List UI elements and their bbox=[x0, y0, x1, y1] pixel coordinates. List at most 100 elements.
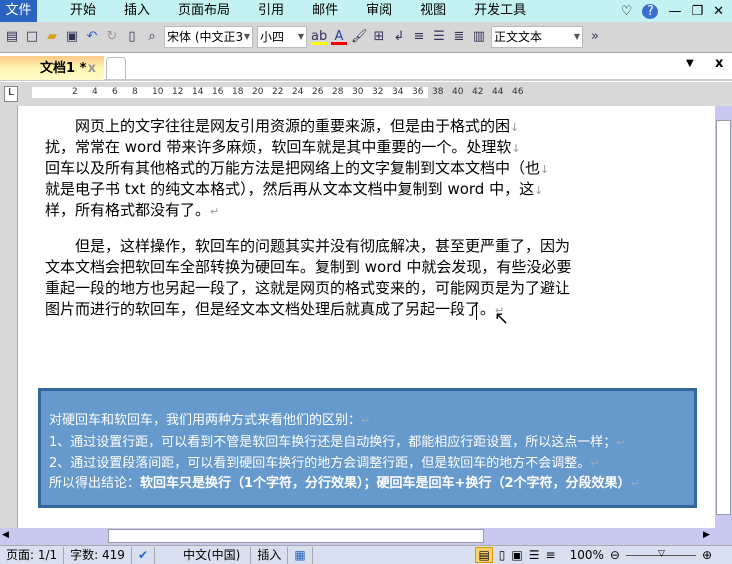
draft-icon[interactable]: ≡ bbox=[546, 548, 556, 562]
menu-view[interactable]: 视图 bbox=[420, 0, 446, 22]
menu-file[interactable]: 文件 bbox=[0, 0, 37, 22]
blank-doc-icon[interactable]: □ bbox=[24, 29, 40, 45]
menu-page-layout[interactable]: 页面布局 bbox=[178, 0, 230, 22]
zoom-slider[interactable]: ▽ bbox=[625, 549, 696, 559]
text-line: 网页上的文字往往是网友引用资源的重要来源，但是由于格式的困↓ bbox=[45, 116, 519, 137]
minimize-icon[interactable]: — bbox=[668, 4, 681, 19]
tab-document1[interactable]: 文档1 * x bbox=[0, 56, 104, 80]
word-count[interactable]: 字数: 419 bbox=[64, 546, 132, 564]
summary-textbox[interactable]: 对硬回车和软回车，我们用两种方式来看他们的区别：↵ 1、通过设置行距，可以看到不… bbox=[38, 388, 697, 508]
format-painter-icon[interactable]: 🖌 bbox=[351, 29, 368, 45]
restore-icon[interactable]: ❐ bbox=[691, 4, 703, 19]
scroll-left-icon[interactable]: ◀ bbox=[2, 530, 9, 540]
menu-home[interactable]: 开始 bbox=[70, 0, 96, 22]
print-preview-icon[interactable]: ⌕ bbox=[144, 29, 160, 45]
save-icon[interactable]: ▣ bbox=[64, 29, 80, 45]
style-select[interactable]: 正文文本 ▼ bbox=[491, 26, 583, 48]
zoom-slider-thumb[interactable]: ▽ bbox=[658, 549, 665, 559]
line-break-icon[interactable]: ↲ bbox=[391, 29, 407, 45]
text-line: 图片而进行的软回车，但是经文本文档处理后就真成了另起一段了。↵ bbox=[45, 299, 504, 320]
horizontal-scrollbar[interactable]: ◀ ▶ bbox=[0, 528, 732, 545]
web-layout-icon[interactable]: ▣ bbox=[511, 548, 522, 562]
menu-mailings[interactable]: 邮件 bbox=[312, 0, 338, 22]
ruler-tick-label: 44 bbox=[492, 87, 504, 97]
ruler-tick-label: 18 bbox=[232, 87, 244, 97]
menu-developer[interactable]: 开发工具 bbox=[474, 0, 526, 22]
ruler-tick-label: 30 bbox=[352, 87, 364, 97]
line-text: 扰，常常在 word 带来许多麻烦，软回车就是其中重要的一个。处理软 bbox=[45, 138, 512, 156]
font-size-select[interactable]: 小四 ▼ bbox=[257, 26, 307, 48]
hscroll-thumb[interactable] bbox=[108, 529, 484, 543]
font-color-icon[interactable]: A bbox=[331, 29, 347, 45]
ruler-tick-label: 26 bbox=[312, 87, 324, 97]
menu-review[interactable]: 审阅 bbox=[366, 0, 392, 22]
new-doc-icon[interactable]: ▤ bbox=[4, 29, 20, 45]
zoom-in-icon[interactable]: ⊕ bbox=[702, 548, 712, 562]
menu-insert[interactable]: 插入 bbox=[124, 0, 150, 22]
spacing-icon[interactable]: ☰ bbox=[431, 29, 447, 45]
menu-bar: 文件 开始 插入 页面布局 引用 邮件 审阅 视图 开发工具 ♡ ? — ❐ ✕ bbox=[0, 0, 732, 22]
box-line-4: 所以得出结论：软回车只是换行（1个字符，分行效果）；硬回车是回车+换行（2个字符… bbox=[49, 476, 640, 491]
tab-title: 文档1 * bbox=[40, 61, 87, 76]
ruler-tick-label: 4 bbox=[92, 87, 98, 97]
macro-icon[interactable]: ▦ bbox=[288, 546, 313, 564]
scroll-right-icon[interactable]: ▶ bbox=[703, 530, 710, 540]
list-icon[interactable]: ≣ bbox=[451, 29, 467, 45]
ruler-tick-label: 2 bbox=[72, 87, 78, 97]
tab-close-icon[interactable]: x bbox=[88, 56, 96, 82]
line-text: 但是，这样操作，软回车的问题其实并没有彻底解决，甚至更严重了，因为 bbox=[45, 237, 571, 255]
table-icon[interactable]: ⊞ bbox=[371, 29, 387, 45]
redo-icon[interactable]: ↻ bbox=[104, 29, 120, 45]
insert-mode[interactable]: 插入 bbox=[251, 546, 289, 564]
box-line-2: 1、通过设置行距，可以看到不管是软回车换行还是自动换行，都能相应行距设置，所以这… bbox=[49, 435, 626, 450]
line-text: 图片而进行的软回车，但是经文本文档处理后就真成了另起一段了。 bbox=[45, 300, 496, 318]
soft-return-mark: ↓ bbox=[511, 142, 521, 155]
print-layout-icon[interactable]: ▤ bbox=[475, 547, 493, 563]
vertical-scrollbar[interactable] bbox=[715, 106, 732, 528]
text-line: 就是电子书 txt 的纯文本格式），然后再从文本文档中复制到 word 中，这↓ bbox=[45, 179, 543, 200]
font-size-value: 小四 bbox=[260, 30, 285, 44]
page-count[interactable]: 页面: 1/1 bbox=[0, 546, 65, 564]
tab-stop-icon[interactable]: L bbox=[4, 86, 18, 102]
text-line: 重起一段的地方也另起一段了，这就是网页的格式变来的，可能网页是为了避让 bbox=[45, 278, 570, 299]
close-doc-icon[interactable]: x bbox=[715, 56, 723, 71]
scroll-thumb[interactable] bbox=[716, 120, 731, 515]
zoom-level[interactable]: 100% bbox=[570, 548, 604, 562]
text-line: 但是，这样操作，软回车的问题其实并没有彻底解决，甚至更严重了，因为 bbox=[45, 236, 570, 257]
tab-list-icon[interactable]: ▼ bbox=[686, 58, 694, 69]
mouse-pointer-icon: ↖ bbox=[494, 308, 510, 329]
undo-icon[interactable]: ↶ bbox=[84, 29, 100, 45]
style-value: 正文文本 bbox=[494, 30, 543, 44]
help-icon[interactable]: ? bbox=[642, 3, 659, 19]
ruler-tick-label: 12 bbox=[172, 87, 184, 97]
reading-icon[interactable]: ▯ bbox=[124, 29, 140, 45]
indent-icon[interactable]: ≡ bbox=[411, 29, 427, 45]
ruler-tick-label: 46 bbox=[512, 87, 524, 97]
zoom-out-icon[interactable]: ⊖ bbox=[610, 548, 620, 562]
vertical-ruler bbox=[0, 106, 18, 528]
heart-icon[interactable]: ♡ bbox=[621, 4, 633, 19]
chevron-down-icon: ▼ bbox=[297, 32, 304, 41]
line-text: 网页上的文字往往是网友引用资源的重要来源，但是由于格式的困 bbox=[45, 117, 511, 135]
menu-references[interactable]: 引用 bbox=[258, 0, 284, 22]
horizontal-ruler[interactable]: L 2 4 6 8 10 12 14 16 18 20 22 24 26 28 30 32 34 36 38 40 42… bbox=[0, 82, 732, 106]
new-tab-button[interactable] bbox=[106, 57, 126, 79]
ruler-tick-label: 42 bbox=[472, 87, 484, 97]
columns-icon[interactable]: ▥ bbox=[471, 29, 487, 45]
full-screen-icon[interactable]: ▯ bbox=[499, 548, 506, 562]
ruler-tick-label: 36 bbox=[412, 87, 424, 97]
outline-icon[interactable]: ☰ bbox=[529, 548, 540, 562]
language[interactable]: 中文(中国) bbox=[155, 546, 252, 564]
highlight-icon[interactable]: ab bbox=[311, 29, 327, 45]
proofing-icon[interactable]: ✔ bbox=[132, 546, 155, 564]
text-line: 样，所有格式都没有了。↵ bbox=[45, 200, 219, 221]
ruler-tick-label: 34 bbox=[392, 87, 404, 97]
open-folder-icon[interactable]: ▰ bbox=[44, 29, 60, 45]
font-select[interactable]: 宋体 (中文正3 ▼ bbox=[164, 26, 253, 48]
soft-return-mark: ↓ bbox=[534, 184, 544, 197]
close-icon[interactable]: ✕ bbox=[713, 4, 724, 19]
text-cursor bbox=[476, 302, 477, 320]
ruler-tick-label: 14 bbox=[192, 87, 204, 97]
more-icon[interactable]: » bbox=[587, 29, 603, 45]
line-text: 文本文档会把软回车全部转换为硬回车。复制到 word 中就会发现，有些没必要 bbox=[45, 258, 572, 276]
